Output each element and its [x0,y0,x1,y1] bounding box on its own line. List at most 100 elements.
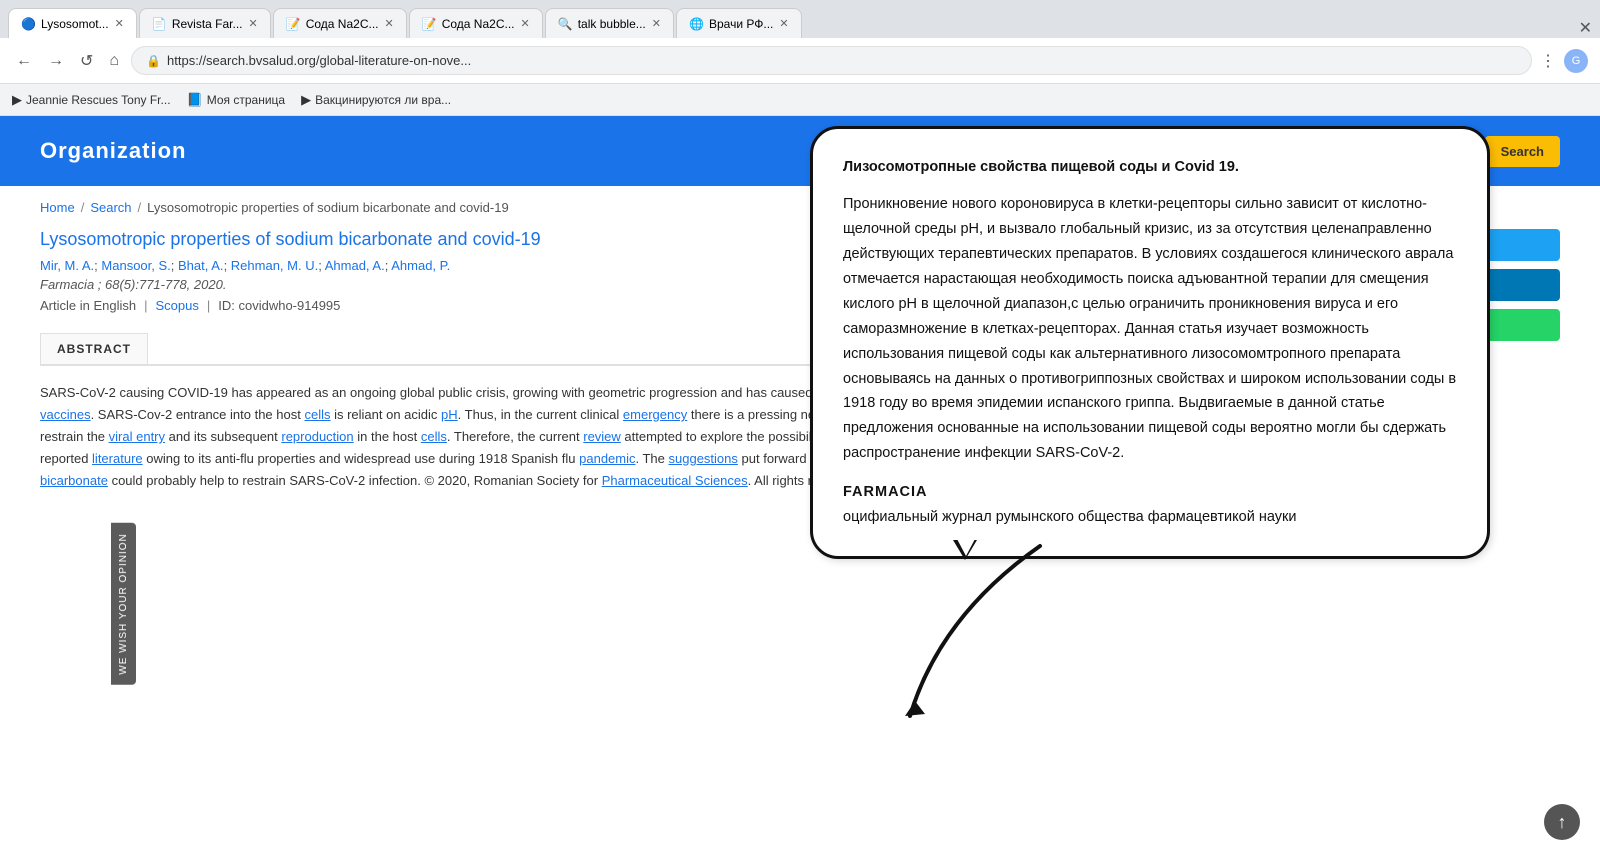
author-rehman[interactable]: Rehman, M. U. [231,258,318,273]
link-literature[interactable]: literature [92,451,143,466]
bookmark-jeannie[interactable]: ▶ Jeannie Rescues Tony Fr... [12,92,171,108]
link-review-1[interactable]: review [583,429,621,444]
social-section: 🐦 Twitter in LinkedIn 💬 WhatsApp [1340,229,1560,341]
address-bar: ← → ↺ ⌂ 🔒 https://search.bvsalud.org/glo… [0,38,1600,84]
sidebar-fulltext: Full te... [1340,361,1560,383]
breadcrumb-sep-2: / [138,200,142,215]
linkedin-button[interactable]: in LinkedIn [1340,269,1560,301]
article-sidebar: 🐦 Twitter in LinkedIn 💬 WhatsApp Full te… [1340,229,1560,561]
tab-title-2: Revista Far... [172,17,243,31]
link-cells-2[interactable]: cells [421,429,447,444]
site-header: Organization Title, abstract, subject ▾ … [0,116,1600,186]
security-lock-icon: 🔒 [146,54,161,68]
link-pandemic[interactable]: pandemic [579,451,635,466]
author-mir[interactable]: Mir, M. A. [40,258,94,273]
sidebar-language: Language: English [1340,426,1560,448]
article-language: Article in English [40,298,136,313]
bookmark-label-2: Моя страница [207,93,285,107]
bookmark-icon-2: 📘 [187,92,203,108]
search-dropdown[interactable]: Title, abstract, subject ▾ [1009,135,1209,167]
tab-close-6[interactable]: ✕ [779,17,788,30]
link-viral-entry[interactable]: viral entry [109,429,165,444]
twitter-button[interactable]: 🐦 Twitter [1340,229,1560,261]
article-title[interactable]: Lysosomotropic properties of sodium bica… [40,229,1310,250]
bookmark-icon-3: ▶ [301,92,311,108]
abstract-tabs: ABSTRACT [40,333,1310,366]
breadcrumb-sep-1: / [81,200,85,215]
home-button[interactable]: ⌂ [105,48,123,74]
feedback-tab[interactable]: WE WISH YOUR OPINION [111,523,136,685]
tab-icon-4: 📝 [422,17,436,31]
link-suggestions[interactable]: suggestions [669,451,738,466]
tab-soda1[interactable]: 📝 Сода Na2С... ✕ [273,8,407,38]
link-vaccines[interactable]: vaccines [40,407,91,422]
article-area: Lysosomotropic properties of sodium bica… [0,229,1600,601]
browser-chrome: 🔵 Lysosomot... ✕ 📄 Revista Far... ✕ 📝 Со… [0,0,1600,116]
site-search-area: Title, abstract, subject ▾ Search [1009,135,1560,167]
bookmark-label-1: Jeannie Rescues Tony Fr... [26,93,171,107]
profile-icon[interactable]: G [1564,49,1588,73]
tab-icon-5: 🔍 [558,17,572,31]
tab-soda2[interactable]: 📝 Сода Na2С... ✕ [409,8,543,38]
tab-title-1: Lysosomot... [41,17,109,31]
scroll-top-button[interactable]: ↑ [1544,804,1580,840]
page-wrapper: Organization Title, abstract, subject ▾ … [0,116,1600,601]
back-button[interactable]: ← [12,48,36,74]
author-mansoor[interactable]: Mansoor, S. [101,258,170,273]
whatsapp-button[interactable]: 💬 WhatsApp [1340,309,1560,341]
link-therapeutic[interactable]: therapeutic [1169,385,1233,400]
tab-close-3[interactable]: ✕ [385,17,394,30]
tab-close-4[interactable]: ✕ [521,17,530,30]
article-main: Lysosomotropic properties of sodium bica… [40,229,1310,561]
bookmark-vaccine[interactable]: ▶ Вакцинируются ли вра... [301,92,451,108]
sidebar-year: Year: 2020 [1340,469,1560,491]
tab-revista[interactable]: 📄 Revista Far... ✕ [139,8,271,38]
search-button[interactable]: Search [1485,136,1560,167]
article-db[interactable]: Scopus [156,298,199,313]
article-journal: Farmacia ; 68(5):771-778, 2020. [40,277,1310,292]
forward-button[interactable]: → [44,48,68,74]
author-ahmad-a[interactable]: Ahmad, A. [325,258,385,273]
meta-sep-1: | [144,298,147,313]
browser-close-button[interactable]: ✕ [1579,18,1592,38]
url-text: https://search.bvsalud.org/global-litera… [167,53,1517,68]
linkedin-icon: in [1354,277,1365,293]
tab-title-4: Сода Na2С... [442,17,515,31]
reload-button[interactable]: ↺ [76,47,97,75]
sidebar-info: Full te... Collecti... Content Type: Art… [1340,361,1560,561]
link-pharma-sciences[interactable]: Pharmaceutical Sciences [602,473,748,488]
breadcrumb-search[interactable]: Search [90,200,131,215]
link-sodium-bicarb-1[interactable]: sodium bicarbonate [867,429,980,444]
link-reproduction[interactable]: reproduction [281,429,353,444]
link-review-2[interactable]: review [890,451,928,466]
abstract-tab[interactable]: ABSTRACT [40,333,148,364]
abstract-text: SARS-CoV-2 causing COVID-19 has appeared… [40,382,1310,492]
search-input[interactable] [1217,136,1477,167]
link-ph-2[interactable]: pH [1221,407,1238,422]
extensions-icon[interactable]: ⋮ [1540,51,1556,71]
link-therapies[interactable]: therapies [986,407,1039,422]
linkedin-label: LinkedIn [1373,278,1426,293]
author-ahmad-p[interactable]: Ahmad, P. [391,258,450,273]
link-ph-1[interactable]: pH [441,407,458,422]
tab-close-2[interactable]: ✕ [249,17,258,30]
article-id: ID: covidwho-914995 [218,298,340,313]
author-bhat[interactable]: Bhat, A. [178,258,224,273]
tab-talkbubble[interactable]: 🔍 talk bubble... ✕ [545,8,674,38]
link-emergency[interactable]: emergency [623,407,687,422]
tab-lysosomot[interactable]: 🔵 Lysosomot... ✕ [8,8,137,38]
bookmark-mypage[interactable]: 📘 Моя страница [187,92,286,108]
tab-vrachi[interactable]: 🌐 Врачи РФ... ✕ [676,8,802,38]
tab-close-5[interactable]: ✕ [652,17,661,30]
tab-close-1[interactable]: ✕ [115,17,124,30]
twitter-icon: 🐦 [1354,237,1370,253]
tab-title-6: Врачи РФ... [709,17,773,31]
link-cells-1[interactable]: cells [304,407,330,422]
url-bar[interactable]: 🔒 https://search.bvsalud.org/global-lite… [131,46,1532,75]
sidebar-scopus-note: Scopus [1340,518,1560,540]
tab-title-3: Сода Na2С... [306,17,379,31]
breadcrumb-home[interactable]: Home [40,200,75,215]
sidebar-nt-type: nt Type: Article [1340,540,1560,562]
twitter-label: Twitter [1378,238,1420,253]
sidebar-journal: Journal: Farmacia [1340,447,1560,469]
